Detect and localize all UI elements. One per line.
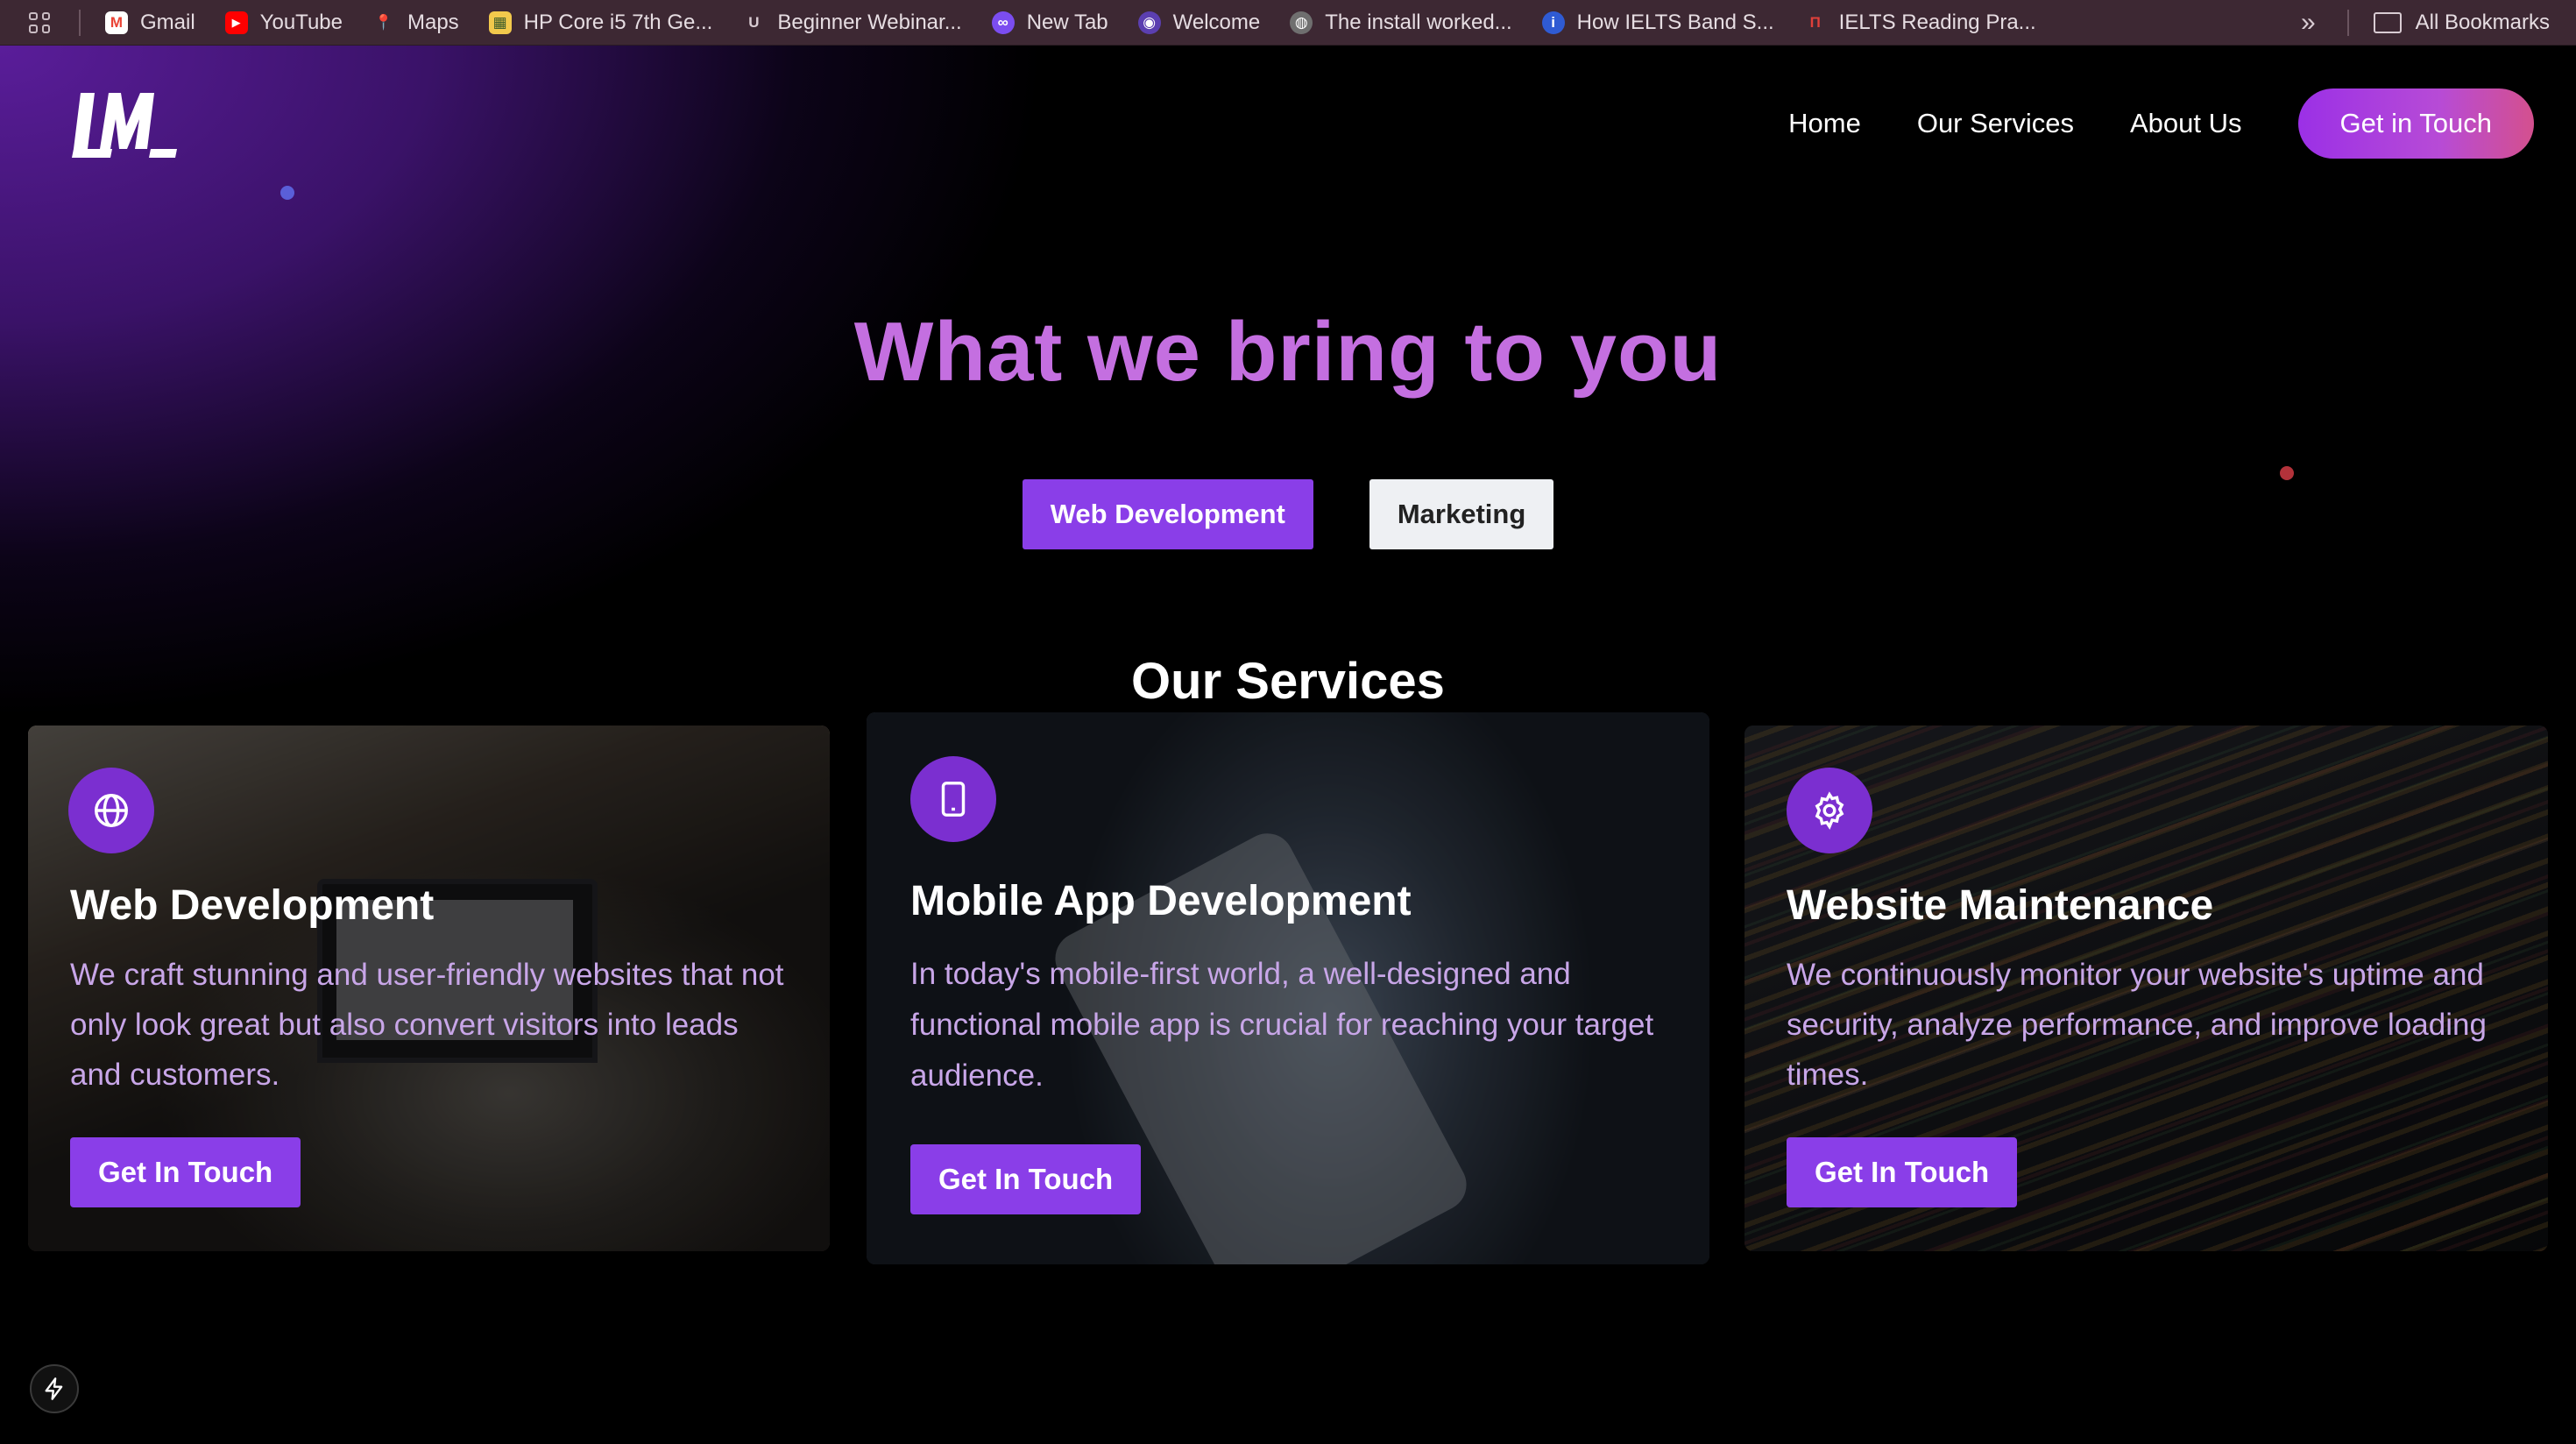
bookmark-ielts-reading[interactable]: П IELTS Reading Pra...: [1804, 5, 2036, 40]
webinar-icon: U: [748, 13, 760, 31]
card-get-in-touch-button[interactable]: Get In Touch: [1787, 1137, 2018, 1207]
youtube-icon: ▶: [224, 11, 248, 34]
service-card-web-development: Web Development We craft stunning and us…: [28, 726, 830, 1251]
newtab-icon: ∞: [991, 11, 1015, 34]
card-description: In today's mobile-first world, a well-de…: [910, 957, 1654, 1093]
bookmark-label: HP Core i5 7th Ge...: [523, 10, 713, 34]
get-in-touch-button[interactable]: Get in Touch: [2297, 88, 2534, 159]
bookmark-label: The install worked...: [1325, 10, 1512, 34]
folder-icon: [2373, 11, 2402, 33]
nav-about-us[interactable]: About Us: [2130, 108, 2242, 139]
bookmark-youtube[interactable]: ▶ YouTube: [224, 5, 343, 40]
bookmark-label: How IELTS Band S...: [1576, 10, 1774, 34]
bookmark-webinar[interactable]: U Beginner Webinar...: [742, 5, 962, 40]
nav-our-services[interactable]: Our Services: [1917, 108, 2074, 139]
decorative-dot: [280, 186, 294, 200]
ielts-reading-icon: П: [1809, 13, 1821, 31]
bookmark-label: YouTube: [259, 10, 343, 34]
bookmarks-divider: [79, 9, 81, 36]
bookmark-label: Gmail: [140, 10, 195, 34]
bookmark-label: Maps: [407, 10, 459, 34]
nav-home[interactable]: Home: [1788, 108, 1861, 139]
bookmark-ielts-band[interactable]: i How IELTS Band S...: [1541, 5, 1774, 40]
bookmark-label: Beginner Webinar...: [777, 10, 962, 34]
gear-icon: [1787, 768, 1872, 853]
all-bookmarks-button[interactable]: All Bookmarks: [2373, 5, 2550, 40]
bookmark-label: New Tab: [1026, 10, 1108, 34]
bookmarks-divider: [2346, 9, 2349, 36]
logo[interactable]: [68, 88, 179, 161]
lightning-icon[interactable]: [30, 1364, 79, 1413]
bookmark-maps[interactable]: 📍 Maps: [372, 5, 459, 40]
bookmarks-bar: M Gmail ▶ YouTube 📍 Maps ▦ HP Core i5 7t…: [0, 0, 2576, 46]
bookmark-hp[interactable]: ▦ HP Core i5 7th Ge...: [488, 5, 713, 40]
bookmark-label: IELTS Reading Pra...: [1838, 10, 2036, 34]
bookmark-newtab[interactable]: ∞ New Tab: [991, 5, 1108, 40]
ielts-icon: i: [1541, 11, 1565, 34]
gmail-icon: M: [105, 11, 128, 34]
maps-icon: 📍: [374, 13, 393, 31]
service-card-mobile-app-development: Mobile App Development In today's mobile…: [867, 712, 1709, 1264]
service-card-website-maintenance: Website Maintenance We continuously moni…: [1744, 726, 2548, 1251]
bookmarks-overflow-button[interactable]: »: [2301, 8, 2316, 38]
tab-marketing[interactable]: Marketing: [1369, 479, 1554, 549]
globe-icon: ◍: [1290, 11, 1313, 34]
decorative-dot: [2280, 466, 2294, 480]
main-nav: Home Our Services About Us Get in Touch: [1788, 88, 2534, 159]
card-description: We craft stunning and user-friendly webs…: [70, 958, 784, 1092]
bookmark-gmail[interactable]: M Gmail: [105, 5, 195, 40]
bookmark-welcome[interactable]: ◉ Welcome: [1137, 5, 1261, 40]
card-get-in-touch-button[interactable]: Get In Touch: [70, 1137, 301, 1207]
all-bookmarks-label: All Bookmarks: [2415, 10, 2550, 34]
card-title: Web Development: [70, 882, 435, 929]
service-tabs: Web Development Marketing: [0, 479, 2576, 549]
globe-icon: [68, 768, 154, 853]
bookmark-label: Welcome: [1172, 10, 1261, 34]
hp-icon: ▦: [488, 11, 512, 34]
card-get-in-touch-button[interactable]: Get In Touch: [910, 1144, 1142, 1214]
phone-icon: [910, 756, 996, 842]
apps-grid-icon[interactable]: [26, 10, 53, 36]
card-title: Mobile App Development: [910, 878, 1412, 924]
hero-title: What we bring to you: [853, 305, 1723, 399]
card-title: Website Maintenance: [1787, 882, 2214, 929]
card-description: We continuously monitor your website's u…: [1787, 958, 2487, 1092]
bookmark-install[interactable]: ◍ The install worked...: [1290, 5, 1512, 40]
welcome-icon: ◉: [1137, 11, 1161, 34]
tab-web-development[interactable]: Web Development: [1022, 479, 1313, 549]
page: Home Our Services About Us Get in Touch …: [0, 46, 2576, 1444]
section-title: Our Services: [1131, 653, 1445, 710]
